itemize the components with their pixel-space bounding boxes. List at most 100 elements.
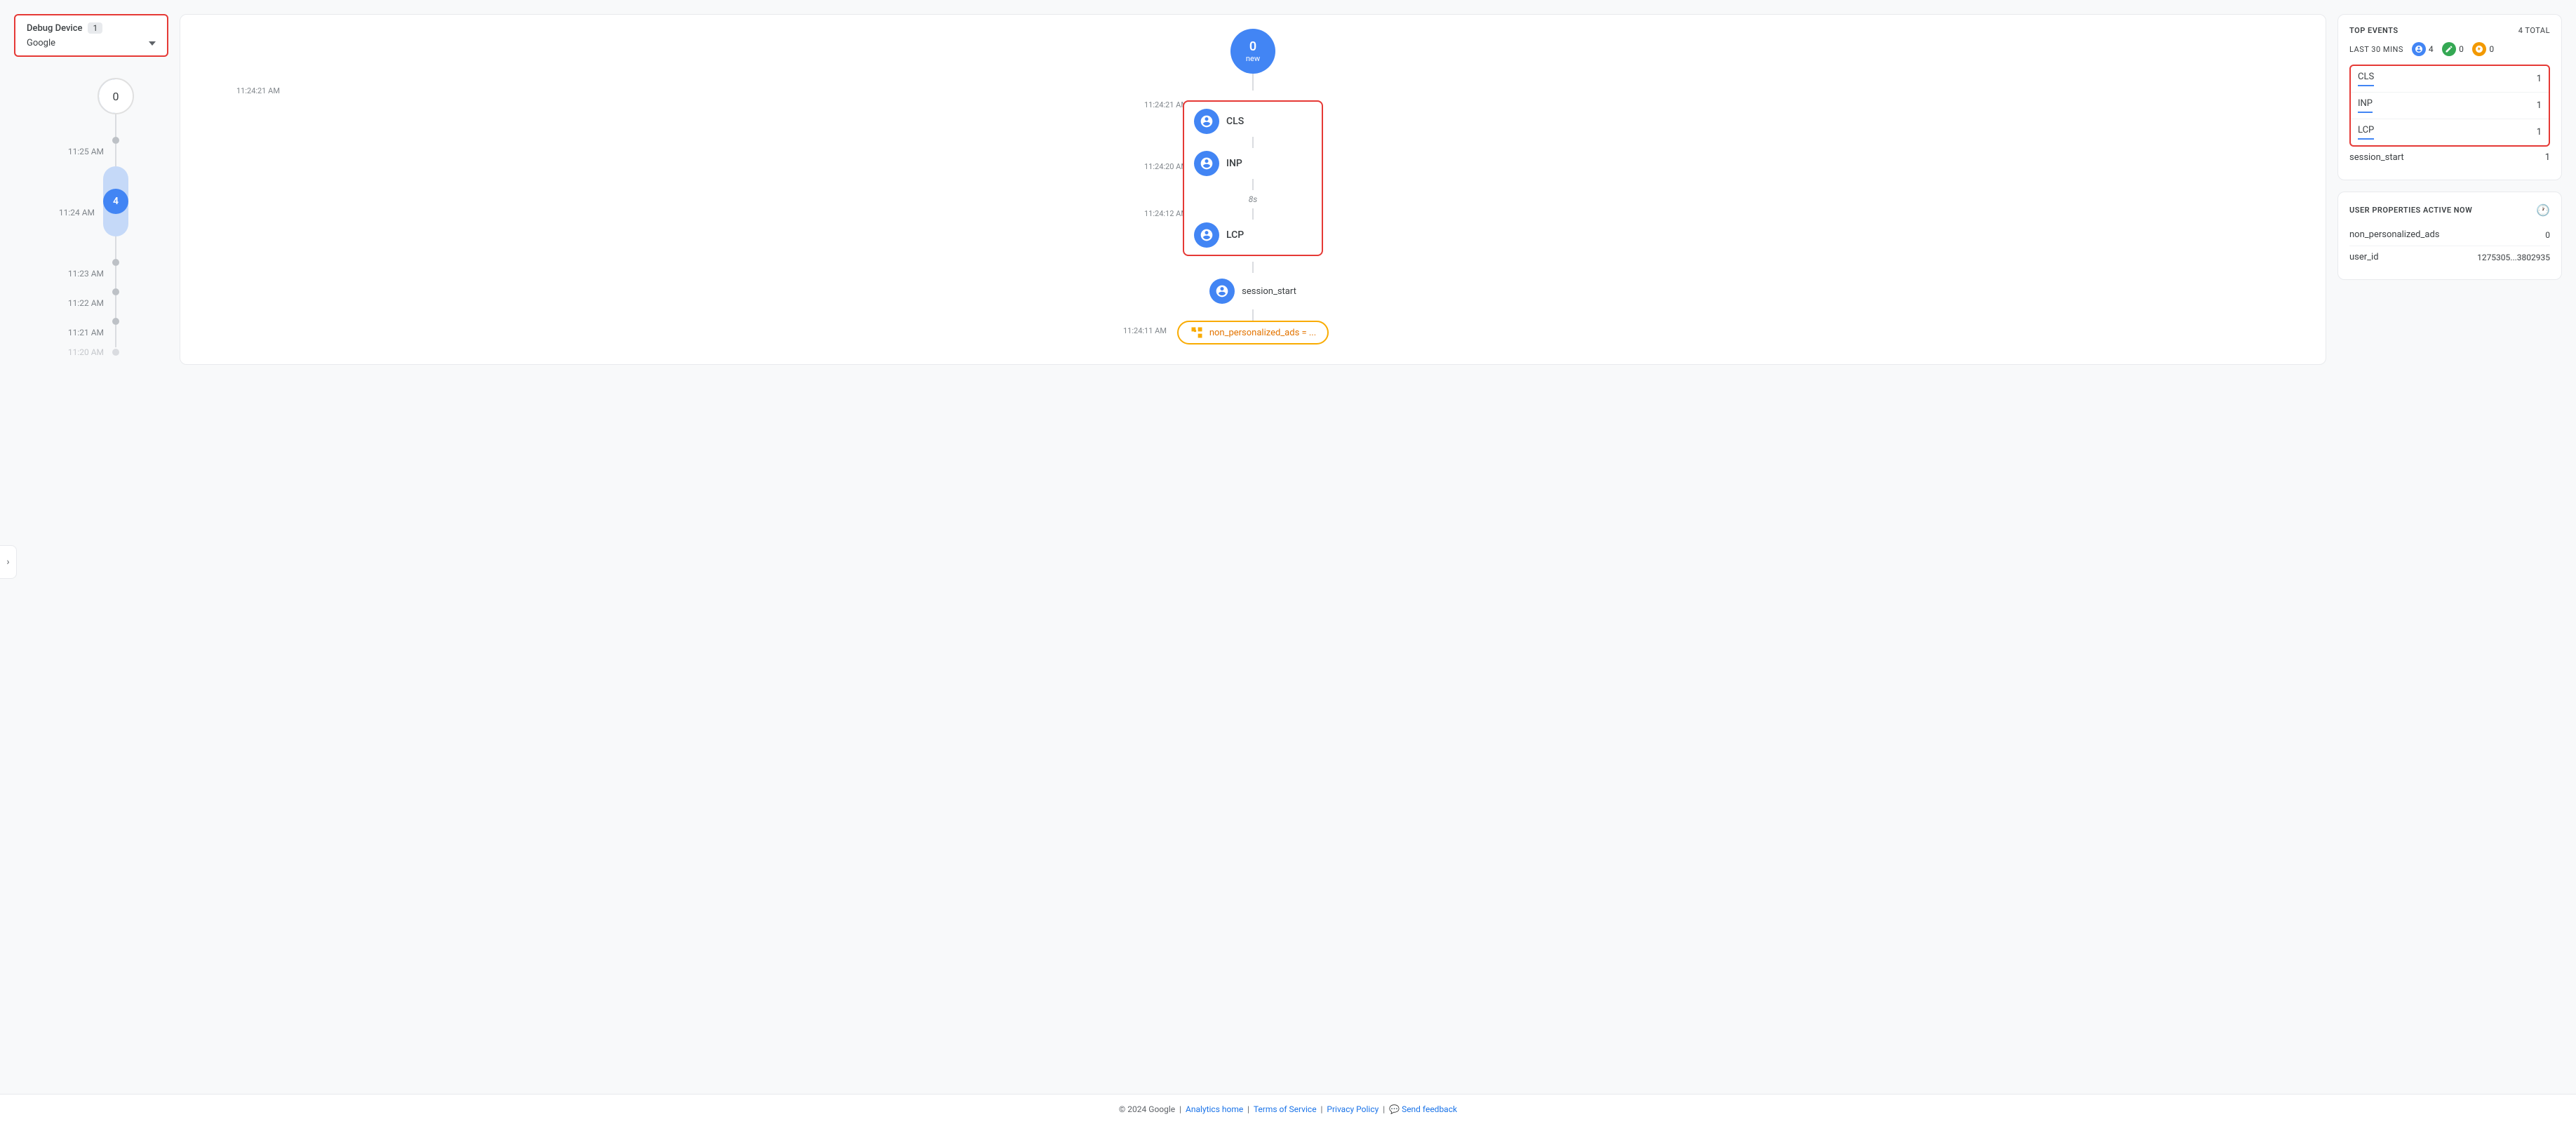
user-properties-card: USER PROPERTIES ACTIVE NOW 🕐 non_persona… [2337,192,2562,280]
timeline-dot-3 [112,259,119,266]
event-item-cls[interactable]: CLS [1194,109,1312,134]
inp-icon [1194,151,1219,176]
timeline-line-2 [115,144,116,166]
timeline-time-4: 11:22 AM [63,298,112,308]
footer: © 2024 Google | Analytics home | Terms o… [0,1094,2576,1124]
timeline-dot-4 [112,288,119,295]
collapse-sidebar-button[interactable]: › [0,545,17,579]
event-flow: 0 new 11:24:21 AM 11:24:21 AM 11:24:20 A… [194,29,2312,344]
debug-device-box: Debug Device 1 Google [14,14,168,57]
badge-blue-circle [2412,42,2426,56]
timeline-dot-4-wrap [112,288,119,318]
timeline-dot-3-wrap [112,259,119,288]
badge-orange-circle [2472,42,2486,56]
timeline-line-3 [115,236,116,259]
badge-green-circle [2442,42,2456,56]
non-personalized-row: 11:24:11 AM non_personalized_ads = ... [194,321,2312,344]
session-start-count: 1 [2545,152,2550,163]
badge-orange: 0 [2472,42,2494,56]
chat-icon: 💬 [1389,1104,1400,1114]
session-start-icon [1209,279,1235,304]
top-event-inp-count: 1 [2537,100,2542,111]
connector-2 [1252,179,1254,190]
timeline-top-circle: 0 [98,78,134,114]
timeline-top-node: 0 [98,78,134,137]
timeline-dot-5-wrap [112,318,119,347]
footer-send-feedback[interactable]: Send feedback [1402,1104,1457,1114]
event-top-label: new [1246,54,1260,63]
session-start-row[interactable]: session_start [1209,279,1296,304]
center-panel: 0 new 11:24:21 AM 11:24:21 AM 11:24:20 A… [180,14,2326,365]
timeline: 0 11:25 AM 11:24 AM 4 [48,78,134,357]
session-start-label: session_start [1242,286,1296,297]
non-personalized-label: non_personalized_ads = ... [1209,328,1316,338]
top-event-session-start[interactable]: session_start 1 [2349,147,2550,168]
timestamp-2: 11:24:20 AM [1144,162,1188,171]
timeline-line-5 [115,295,116,318]
timeline-line-6 [115,325,116,347]
badge-green: 0 [2442,42,2464,56]
user-prop-user-id-val: 1275305...3802935 [2477,253,2550,262]
debug-device-badge: 1 [88,22,102,34]
timeline-dot-6 [112,349,119,356]
timeline-active-pill: 4 [103,166,128,236]
timestamp-4: 11:24:11 AM [1123,326,1167,335]
timeline-dot-5 [112,318,119,325]
flow-line-1 [1252,74,1254,91]
event-item-inp[interactable]: INP [1194,151,1312,176]
top-event-lcp[interactable]: LCP 1 [2351,119,2549,145]
timeline-time-2: 11:24 AM [54,208,103,218]
timeline-dot-1-wrap [112,137,119,166]
debug-device-select[interactable]: Google [27,38,156,48]
non-personalized-badge[interactable]: non_personalized_ads = ... [1177,321,1329,344]
user-props-header: USER PROPERTIES ACTIVE NOW 🕐 [2349,203,2550,217]
event-top-node[interactable]: 0 new [1230,29,1275,74]
badge-blue-count: 4 [2429,44,2434,54]
timestamp-3: 11:24:12 AM [1144,209,1188,218]
user-prop-user-id: user_id 1275305...3802935 [2349,246,2550,268]
cls-label: CLS [1226,116,1244,127]
footer-copyright: © 2024 Google [1119,1104,1175,1114]
timeline-time-3: 11:23 AM [63,269,112,279]
badge-orange-count: 0 [2489,44,2494,54]
event-item-lcp[interactable]: LCP [1194,222,1312,248]
top-events-subtitle-row: LAST 30 MINS 4 0 0 [2349,42,2550,56]
user-prop-non-personalized: non_personalized_ads 0 [2349,224,2550,246]
timeline-dot-1 [112,137,119,144]
lcp-icon [1194,222,1219,248]
footer-analytics-home[interactable]: Analytics home [1186,1104,1243,1114]
debug-device-row: Debug Device 1 [27,22,156,34]
top-event-cls-name: CLS [2358,72,2374,86]
top-events-boxed-list: CLS 1 INP 1 LCP 1 [2349,65,2550,147]
top-events-total: 4 TOTAL [2518,26,2550,35]
top-events-title: TOP EVENTS [2349,26,2399,35]
timeline-active-dot[interactable]: 4 [103,189,128,214]
user-prop-user-id-key: user_id [2349,252,2379,262]
right-panel: TOP EVENTS 4 TOTAL LAST 30 MINS 4 0 [2337,14,2562,280]
event-box: CLS INP 8s [1183,100,1323,256]
history-icon[interactable]: 🕐 [2536,203,2550,217]
timeline-time-6: 11:20 AM [63,347,112,357]
footer-privacy-policy[interactable]: Privacy Policy [1327,1104,1378,1114]
cls-icon [1194,109,1219,134]
inp-label: INP [1226,158,1242,169]
user-prop-non-personalized-val: 0 [2545,230,2550,240]
gap-label-wrap: 8s [1194,193,1312,206]
top-event-cls[interactable]: CLS 1 [2351,66,2549,93]
top-event-inp-name: INP [2358,98,2373,113]
top-events-subtitle: LAST 30 MINS [2349,45,2403,54]
session-start-name: session_start [2349,152,2404,163]
top-event-lcp-count: 1 [2537,127,2542,138]
chevron-down-icon [149,41,156,46]
top-events-header: TOP EVENTS 4 TOTAL [2349,26,2550,35]
top-event-cls-count: 1 [2537,74,2542,84]
footer-terms-of-service[interactable]: Terms of Service [1254,1104,1317,1114]
event-top-count: 0 [1249,39,1256,54]
connector-3 [1252,208,1254,220]
user-props-title: USER PROPERTIES ACTIVE NOW [2349,206,2472,215]
timeline-active-wrap: 4 [103,166,128,259]
timeline-line-4 [115,266,116,288]
gap-label: 8s [1249,194,1258,204]
lcp-label: LCP [1226,229,1244,241]
top-event-inp[interactable]: INP 1 [2351,93,2549,119]
